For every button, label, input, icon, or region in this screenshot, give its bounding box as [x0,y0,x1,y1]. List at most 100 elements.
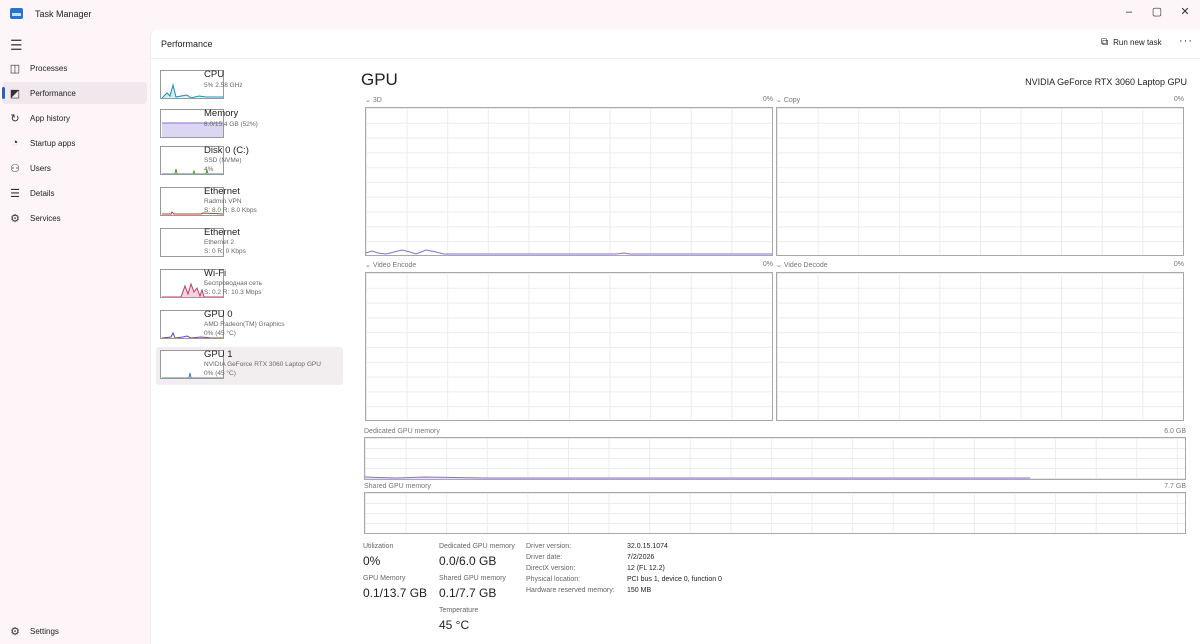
nav-item-label: Processes [30,63,68,73]
shared-memory-label: Shared GPU memory [364,483,431,490]
engine-label: Copy [783,97,801,104]
nav-item-services[interactable]: ⚙ Services [2,207,147,229]
device-disk[interactable]: Disk 0 (C:) SSD (NVMe) 4% [156,143,343,181]
minimize-button[interactable]: – [1118,4,1140,20]
engine-label: Video Decode [783,262,828,269]
device-gpu-1[interactable]: GPU 1 NVIDIA GeForce RTX 3060 Laptop GPU… [156,347,343,385]
startup-icon: ◔ [11,137,19,149]
gpu-model-name: NVIDIA GeForce RTX 3060 Laptop GPU [1025,77,1187,87]
info-label: Physical location: [526,576,581,583]
device-detail: 0% (45 °C) [204,370,236,377]
header-divider [151,58,1200,59]
utilization-label: Utilization [363,543,394,550]
shared-memory-stat-value: 0.1/7.7 GB [439,586,497,600]
maximize-button[interactable]: ▢ [1146,4,1168,20]
device-name: GPU 0 [204,309,233,320]
device-name: Ethernet [204,186,240,197]
chevron-down-icon: ⌄ [776,97,784,104]
nav-item-label: Settings [30,626,59,636]
device-name: CPU [204,69,225,80]
device-name: Ethernet [204,227,240,238]
device-gpu-0[interactable]: GPU 0 AMD Radeon(TM) Graphics 0% (45 °C) [156,307,343,345]
device-detail: 8.0/15.4 GB (52%) [204,121,258,128]
users-icon: ⚇ [10,162,20,175]
shared-memory-max: 7.7 GB [1164,483,1186,490]
nav-item-performance[interactable]: ◩ Performance [2,82,147,104]
close-button[interactable]: ✕ [1174,4,1196,20]
engine-value: 0% [1173,261,1184,268]
engine-label: 3D [372,97,382,104]
gpu-memory-value: 0.1/13.7 GB [363,586,428,600]
nav-item-label: Performance [30,88,76,98]
nav-item-app-history[interactable]: ↻ App history [2,107,147,129]
device-detail: S: 0.2 R: 10.3 Mbps [204,289,262,296]
device-detail: S: 0 R: 0 Kbps [204,248,246,255]
nav-item-settings[interactable]: ⚙ Settings [2,620,147,642]
graph-copy [776,107,1184,256]
nav-item-processes[interactable]: ◫ Processes [2,57,147,79]
nav-item-users[interactable]: ⚇ Users [2,157,147,179]
gpu-memory-label: GPU Memory [363,575,406,582]
device-wifi[interactable]: Wi-Fi Беспроводная сеть S: 0.2 R: 10.3 M… [156,266,343,304]
graph-3d [365,107,773,256]
info-label: Driver version: [526,543,572,550]
device-cpu[interactable]: CPU 5% 2.58 GHz [156,67,343,105]
device-detail: 5% 2.58 GHz [204,82,243,89]
device-memory[interactable]: Memory 8.0/15.4 GB (52%) [156,106,343,144]
utilization-value: 0% [363,554,381,568]
engine-select-3d[interactable]: ⌄ 3D [365,96,382,104]
hamburger-menu-icon[interactable]: ☰ [10,37,23,54]
graph-video-encode [365,272,773,421]
services-icon: ⚙ [10,212,20,225]
title-bar: Task Manager – ▢ ✕ [0,0,1200,30]
graph-shared-memory [364,492,1186,534]
temperature-label: Temperature [439,607,479,614]
nav-item-startup-apps[interactable]: ◔ Startup apps [2,132,147,154]
dedicated-memory-label: Dedicated GPU memory [364,428,440,435]
dedicated-memory-stat-value: 0.0/6.0 GB [439,554,497,568]
nav-item-label: Details [30,188,55,198]
info-value: 12 (FL 12.2) [627,565,665,572]
graph-dedicated-memory [364,437,1186,480]
nav-item-label: Users [30,163,51,173]
chevron-down-icon: ⌄ [365,262,373,269]
info-value: 7/2/2026 [627,554,655,561]
device-detail: 0% (45 °C) [204,330,236,337]
device-name: Wi-Fi [204,268,227,279]
info-value: 150 MB [627,587,652,594]
device-ethernet-radmin[interactable]: Ethernet Radmin VPN S: 8.0 R: 8.0 Kbps [156,184,343,222]
chevron-down-icon: ⌄ [776,262,784,269]
device-name: GPU 1 [204,349,233,360]
info-value: PCI bus 1, device 0, function 0 [627,576,722,583]
run-task-icon: ⧉ [1101,37,1109,48]
temperature-value: 45 °C [439,618,470,632]
device-ethernet-2[interactable]: Ethernet Ethernet 2 S: 0 R: 0 Kbps [156,225,343,263]
graph-video-decode [776,272,1184,421]
engine-value: 0% [1173,96,1184,103]
device-detail: Ethernet 2 [204,239,234,246]
performance-panel: Performance ⧉ Run new task ··· CPU 5% 2.… [150,30,1200,644]
more-options-button[interactable]: ··· [1179,35,1193,47]
dedicated-memory-max: 6.0 GB [1164,428,1186,435]
device-detail: Radmin VPN [204,198,242,205]
gear-icon: ⚙ [10,625,20,638]
info-label: Hardware reserved memory: [526,587,615,594]
device-detail: S: 8.0 R: 8.0 Kbps [204,207,257,214]
engine-select-video-decode[interactable]: ⌄ Video Decode [776,261,828,269]
engine-select-video-encode[interactable]: ⌄ Video Encode [365,261,416,269]
window-title: Task Manager [35,9,92,19]
engine-value: 0% [762,96,773,103]
history-icon: ↻ [10,112,20,125]
shared-memory-stat-label: Shared GPU memory [439,575,506,582]
run-new-task-button[interactable]: ⧉ Run new task [1101,37,1162,48]
nav-item-label: Startup apps [30,138,76,148]
nav-item-details[interactable]: ☰ Details [2,182,147,204]
device-detail: 4% [204,166,214,173]
processes-icon: ◫ [9,62,21,75]
chevron-down-icon: ⌄ [365,97,373,104]
dedicated-memory-line [365,476,1185,479]
graph-3d-line [366,249,772,255]
performance-icon: ◩ [9,87,21,100]
engine-select-copy[interactable]: ⌄ Copy [776,96,800,104]
device-name: Memory [204,108,239,119]
